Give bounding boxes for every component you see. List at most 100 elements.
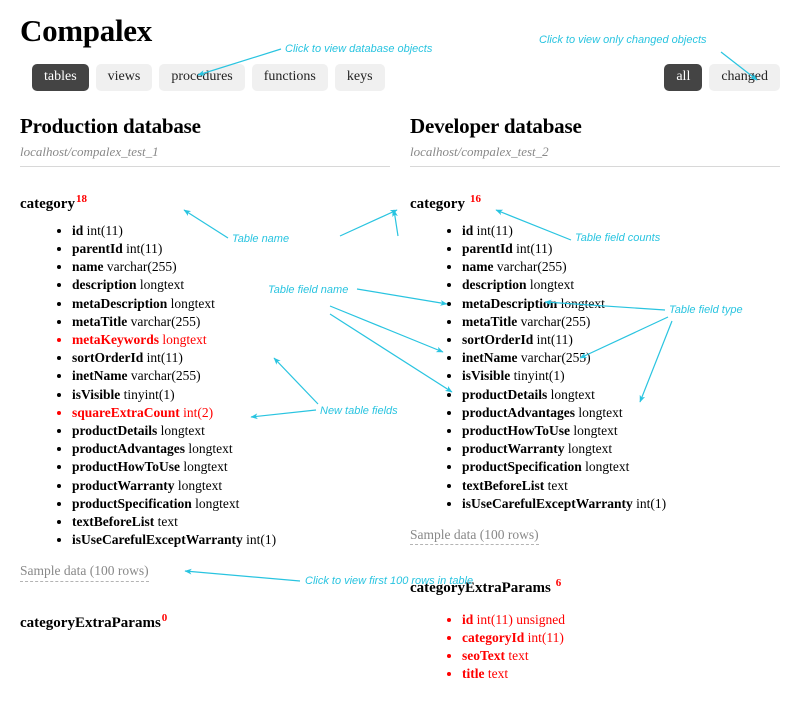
field-type: text: [157, 514, 178, 530]
sample-data-link-left[interactable]: Sample data (100 rows): [20, 562, 149, 582]
field-type: longtext: [188, 441, 233, 457]
annotation-table-field-name: Table field name: [268, 284, 349, 296]
developer-db-host: localhost/compalex_test_2: [410, 144, 780, 168]
filter-changed[interactable]: changed: [709, 64, 780, 92]
field-type: int(11): [476, 222, 513, 238]
field-type: longtext: [183, 459, 228, 475]
field-type: text: [547, 477, 568, 493]
field-row: productDetails longtext: [72, 422, 390, 440]
field-row: productWarranty longtext: [462, 440, 780, 458]
table-block-category-left: category18 id int(11) parentId int(11) n…: [20, 193, 390, 582]
developer-db-title: Developer database: [410, 114, 582, 139]
table-block-categoryextraparams-right: categoryExtraParams6 id int(11) unsigned…: [410, 577, 780, 683]
field-type: longtext: [567, 441, 613, 457]
annotation-database-objects: Click to view database objects: [285, 43, 433, 55]
field-name: productAdvantages: [72, 441, 186, 457]
field-name: id: [72, 222, 84, 238]
field-type: tinyint(1): [513, 368, 565, 384]
tab-procedures[interactable]: procedures: [159, 64, 245, 92]
field-row: metaTitle varchar(255): [72, 313, 390, 331]
field-row: productAdvantages longtext: [72, 440, 390, 458]
field-type: tinyint(1): [123, 386, 175, 402]
field-name: seoText: [462, 648, 505, 664]
field-name: inetName: [72, 368, 128, 384]
field-name: productHowToUse: [462, 423, 571, 439]
field-row: sortOrderId int(11): [462, 331, 780, 349]
field-row: inetName varchar(255): [72, 367, 390, 385]
field-type: longtext: [585, 459, 630, 475]
field-name: description: [462, 277, 527, 293]
field-row: isVisible tinyint(1): [462, 367, 780, 385]
field-row: description longtext: [462, 276, 780, 294]
field-row: textBeforeList text: [72, 513, 390, 531]
field-name: textBeforeList: [72, 514, 155, 530]
field-row: productWarranty longtext: [72, 477, 390, 495]
field-type: longtext: [177, 477, 223, 493]
field-name: productHowToUse: [72, 459, 181, 475]
field-type: int(11): [527, 629, 564, 645]
field-name: categoryId: [462, 629, 525, 645]
field-type: int(11): [126, 240, 163, 256]
tab-functions[interactable]: functions: [251, 64, 328, 92]
database-comparison: Production database localhost/compalex_t…: [20, 114, 780, 683]
field-name: productAdvantages: [462, 404, 576, 420]
field-name: squareExtraCount: [72, 404, 180, 420]
field-name: isVisible: [462, 368, 511, 384]
field-type: longtext: [195, 495, 240, 511]
table-field-count: 0: [161, 611, 168, 624]
field-row: name varchar(255): [462, 258, 780, 276]
annotation-table-field-counts: Table field counts: [575, 232, 661, 244]
table-field-count: 18: [75, 193, 87, 206]
field-row-changed: categoryId int(11): [462, 629, 780, 647]
field-type: text: [508, 648, 529, 664]
field-name: name: [462, 259, 494, 275]
filter-all[interactable]: all: [664, 64, 703, 92]
field-name: inetName: [462, 350, 518, 366]
field-name: id: [462, 611, 474, 627]
annotation-table-name: Table name: [232, 233, 290, 245]
field-row: productAdvantages longtext: [462, 404, 780, 422]
field-row: id int(11): [72, 222, 390, 240]
table-name-categoryextraparams-left[interactable]: categoryExtraParams0: [20, 612, 390, 632]
field-type: int(11) unsigned: [476, 611, 566, 627]
table-label: category: [20, 196, 75, 213]
field-type: longtext: [170, 295, 215, 311]
field-type: longtext: [139, 277, 185, 293]
field-type: varchar(255): [520, 350, 591, 366]
field-type: int(11): [146, 350, 183, 366]
field-name: textBeforeList: [462, 477, 545, 493]
toolbar: tables views procedures functions keys a…: [20, 64, 780, 94]
field-type: longtext: [573, 423, 618, 439]
object-type-tabs: tables views procedures functions keys: [32, 64, 385, 92]
annotation-table-field-type: Table field type: [669, 304, 743, 316]
field-row: metaDescription longtext: [72, 295, 390, 313]
field-type: varchar(255): [496, 259, 567, 275]
table-field-count: 6: [555, 577, 562, 590]
tab-tables[interactable]: tables: [32, 64, 89, 92]
field-type: int(1): [636, 495, 667, 511]
field-row-changed: metaKeywords longtext: [72, 331, 390, 349]
production-db-title: Production database: [20, 114, 201, 139]
tab-keys[interactable]: keys: [334, 64, 385, 92]
field-row: inetName varchar(255): [462, 349, 780, 367]
field-type: varchar(255): [106, 259, 177, 275]
annotation-new-table-fields: New table fields: [320, 405, 398, 417]
production-db-host: localhost/compalex_test_1: [20, 144, 390, 168]
field-row-changed: id int(11) unsigned: [462, 611, 780, 629]
table-name-category-right[interactable]: category 16: [410, 193, 780, 213]
field-row: parentId int(11): [72, 240, 390, 258]
field-name: productSpecification: [72, 495, 192, 511]
sample-data-link-right[interactable]: Sample data (100 rows): [410, 526, 539, 546]
field-type: text: [487, 666, 509, 682]
field-name: productDetails: [462, 386, 548, 402]
field-type: longtext: [529, 277, 575, 293]
field-name: metaKeywords: [72, 332, 159, 347]
field-type: int(2): [183, 404, 214, 420]
field-type: int(11): [516, 240, 553, 256]
field-name: isVisible: [72, 386, 121, 402]
table-field-count: 16: [469, 193, 481, 206]
tab-views[interactable]: views: [95, 64, 153, 92]
field-list-categoryextraparams-right: id int(11) unsigned categoryId int(11) s…: [410, 611, 780, 684]
field-type: varchar(255): [520, 313, 591, 329]
table-name-category-left[interactable]: category18: [20, 193, 390, 213]
